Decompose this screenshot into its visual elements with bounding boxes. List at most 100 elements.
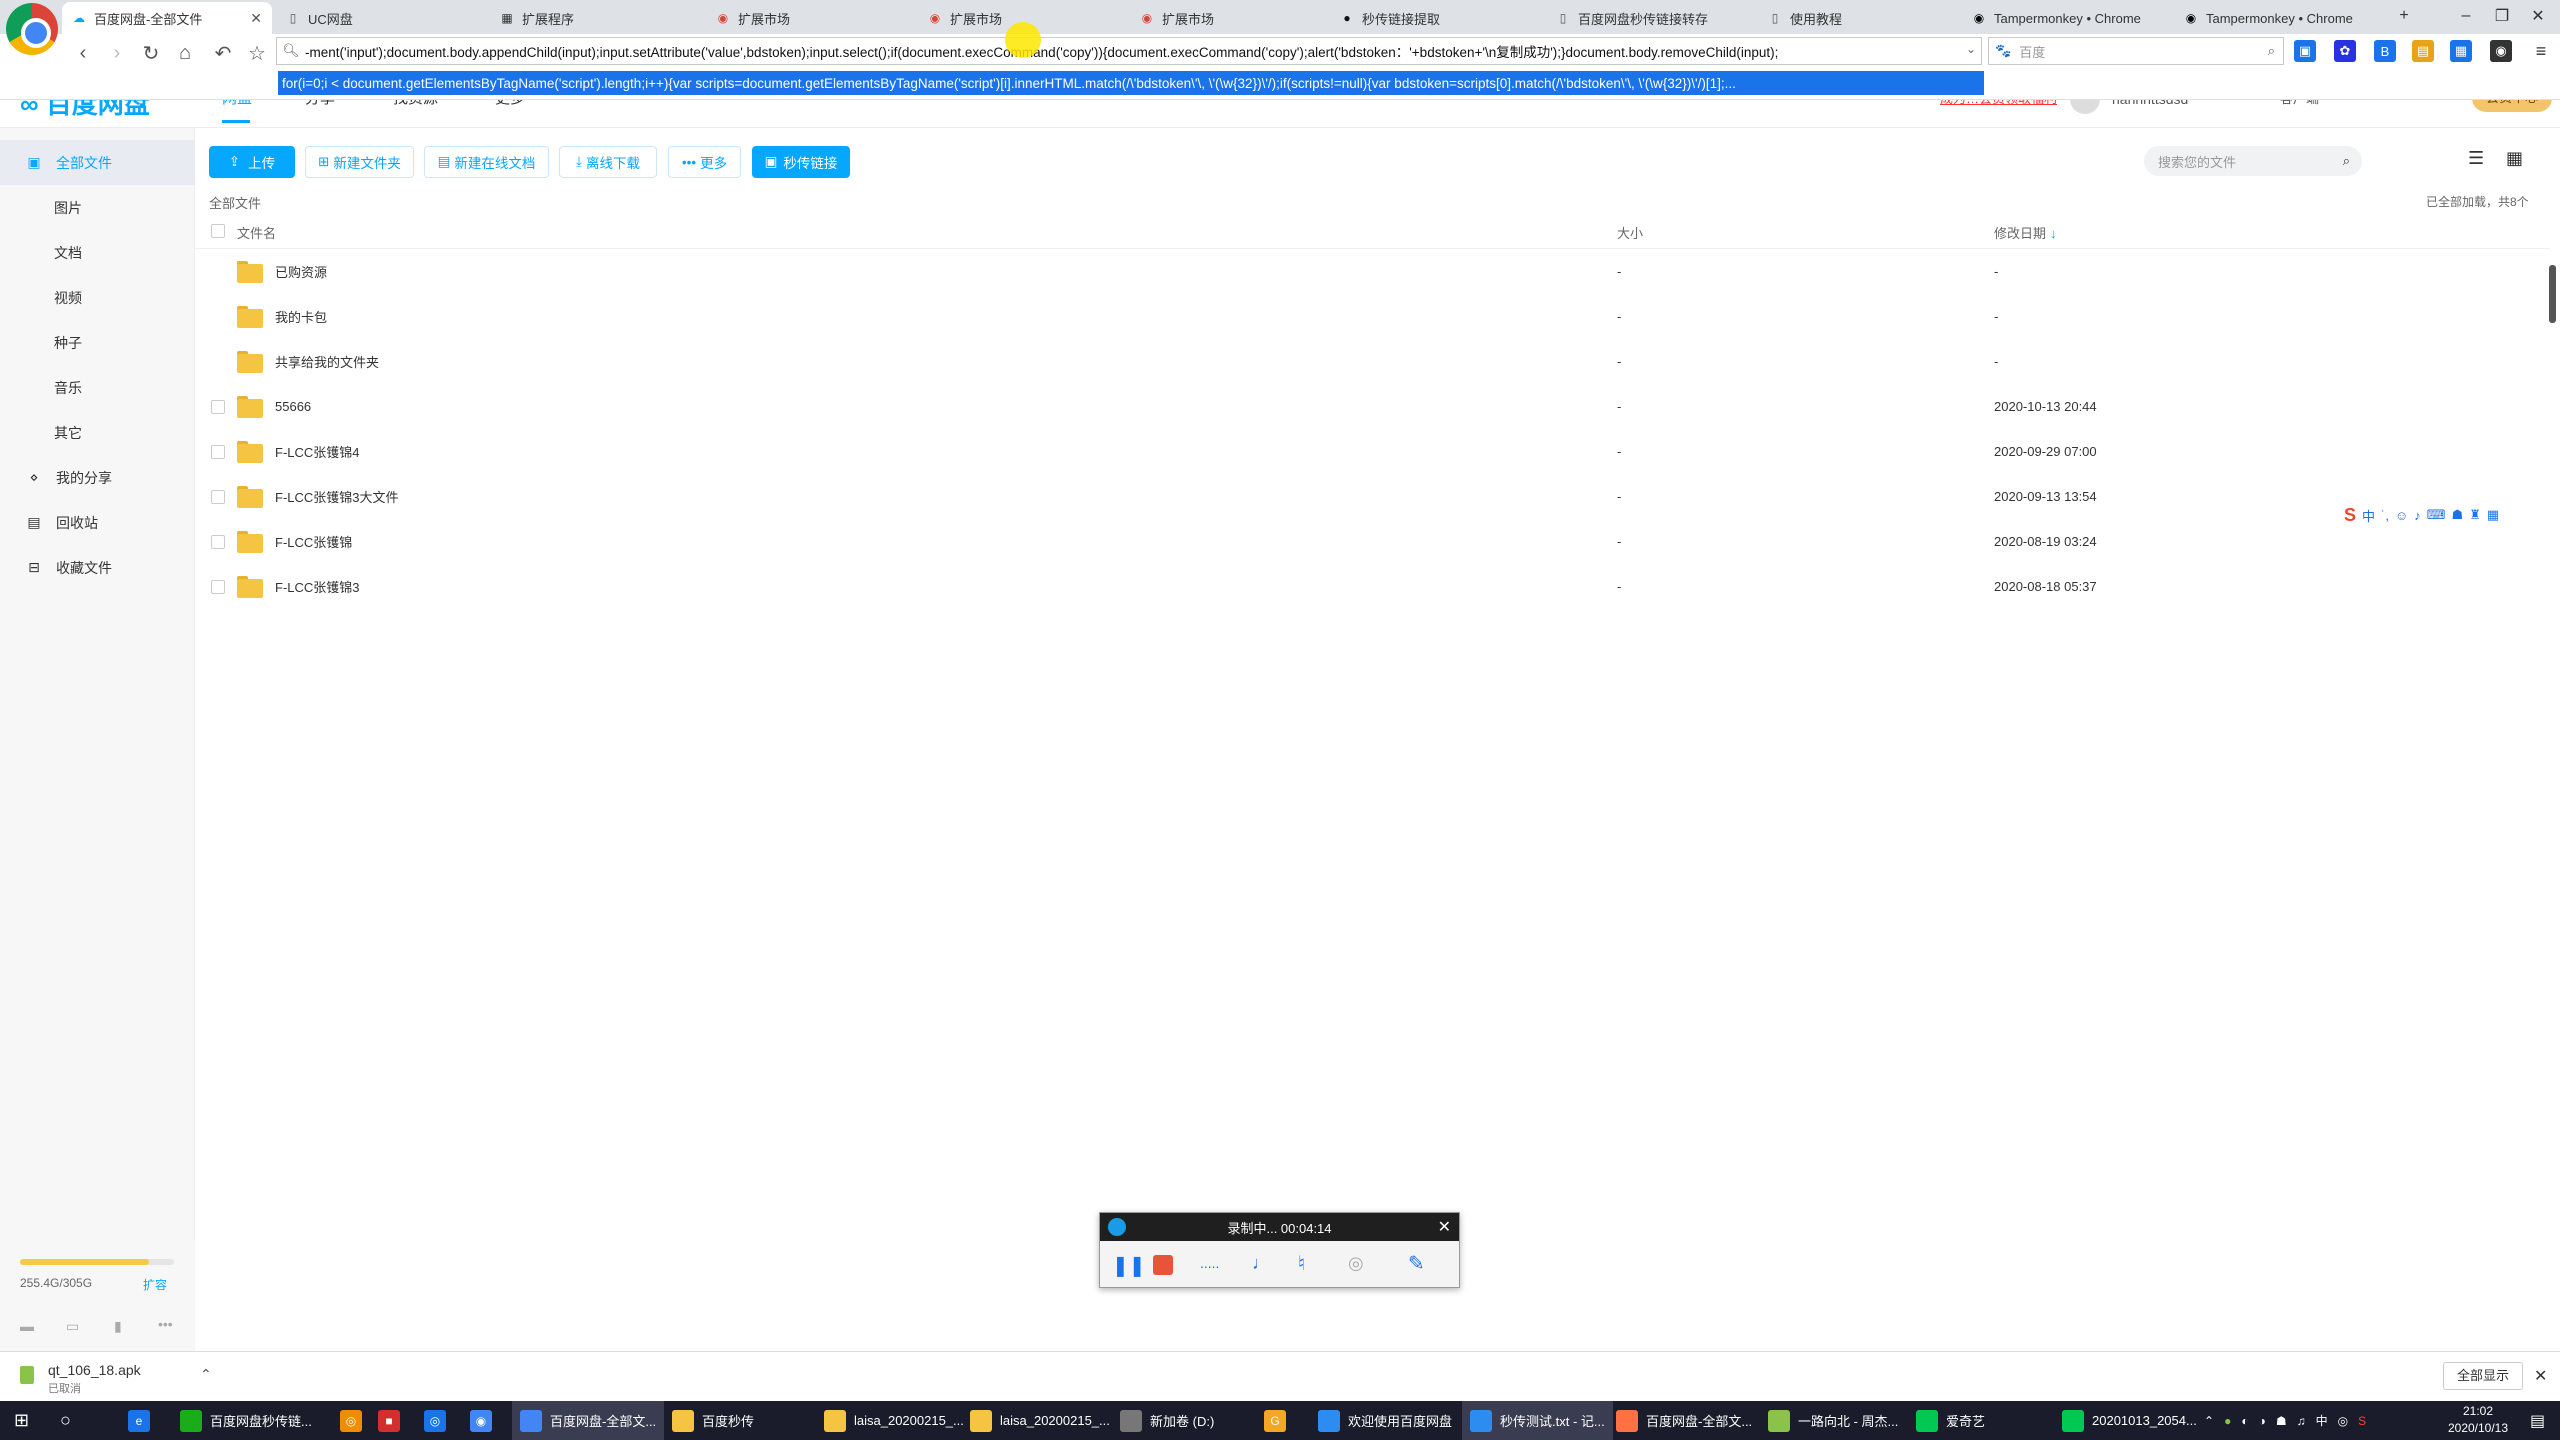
tab[interactable]: ◉ Tampermonkey • Chrome (2174, 2, 2384, 34)
system-tray[interactable]: ⌃ ● ◐ ◑ ☗ ♫ 中 ◎ S (2204, 1401, 2366, 1440)
table-row[interactable]: F-LCC张镬锦3 - 2020-08-18 05:37 (195, 564, 2550, 609)
close-icon[interactable]: ✕ (2534, 1366, 2547, 1386)
taskbar-window[interactable]: 秒传测试.txt - 记... (1462, 1401, 1613, 1440)
taskbar-app[interactable]: ◎ (424, 1401, 454, 1440)
more-dots-icon[interactable]: ••• (158, 1316, 173, 1332)
sidebar-item[interactable]: 其它 (0, 410, 195, 455)
taskbar-window[interactable]: 百度网盘-全部文... (1608, 1401, 1760, 1440)
tab[interactable]: ◉ 扩展市场 (706, 2, 916, 34)
pause-icon[interactable]: ❚❚ (1112, 1253, 1146, 1278)
sogou-icon[interactable]: S (2344, 505, 2356, 526)
tab[interactable]: ◉ 扩展市场 (1130, 2, 1340, 34)
mic-icon[interactable]: ♪ (2414, 508, 2421, 523)
mic-icon[interactable]: ♩ (1252, 1253, 1270, 1274)
taskbar-window[interactable]: 一路向北 - 周杰... (1760, 1401, 1906, 1440)
table-row[interactable]: 已购资源 - - (195, 249, 2550, 294)
punct-icon[interactable]: ˙, (2381, 508, 2389, 523)
sidebar-item[interactable]: 视频 (0, 275, 195, 320)
quick-link-button[interactable]: ▣ 秒传链接 (752, 146, 850, 178)
lang-icon[interactable]: 中 (2362, 506, 2375, 525)
menu-icon[interactable]: ≡ (2530, 40, 2552, 62)
sidebar-item[interactable]: 图片 (0, 185, 195, 230)
extension-icon[interactable]: ▣ (2294, 40, 2316, 62)
tab[interactable]: ▯ UC网盘 (276, 2, 486, 34)
omnibox-suggestion[interactable]: for(i=0;i < document.getElementsByTagNam… (278, 71, 1984, 95)
back-icon[interactable]: ‹ (68, 38, 98, 68)
bookmark-star-icon[interactable]: ☆ (242, 38, 272, 68)
more-button[interactable]: ••• 更多 (668, 146, 741, 178)
taskbar-app[interactable]: e (128, 1401, 158, 1440)
show-all-button[interactable]: 全部显示 (2443, 1362, 2523, 1390)
paw-extension-icon[interactable]: ✿ (2334, 40, 2356, 62)
toolbox-icon[interactable]: ▦ (2487, 507, 2499, 523)
extension-icon[interactable]: B (2374, 40, 2396, 62)
taskbar-window[interactable]: 20201013_2054... (2054, 1401, 2205, 1440)
sort-icon[interactable]: ☰ (2468, 148, 2484, 169)
row-checkbox[interactable] (211, 579, 225, 594)
taskbar-app[interactable]: ◉ (470, 1401, 500, 1440)
ime-toolbar[interactable]: S 中 ˙, ☺ ♪ ⌨ ☗ ♜ ▦ (2344, 503, 2554, 527)
monitor-icon[interactable]: ▭ (66, 1318, 79, 1335)
table-row[interactable]: F-LCC张镬锦4 - 2020-09-29 07:00 (195, 429, 2550, 474)
breadcrumb[interactable]: 全部文件 (209, 193, 261, 212)
reload-icon[interactable]: ↻ (136, 38, 166, 68)
taskbar-window[interactable]: 百度网盘-全部文... (512, 1401, 665, 1440)
notification-icon[interactable]: ▤ (2530, 1401, 2545, 1440)
col-header-date[interactable]: 修改日期 ↓ (1994, 223, 2057, 242)
tampermonkey-icon[interactable]: ◉ (2490, 40, 2512, 62)
sidebar-item[interactable]: ▤ 回收站 (0, 500, 195, 545)
row-checkbox[interactable] (211, 534, 225, 549)
chevron-up-icon[interactable]: ⌃ (200, 1366, 212, 1383)
keyboard-icon[interactable]: ⌨ (2427, 507, 2446, 523)
folder-extension-icon[interactable]: ▤ (2412, 40, 2434, 62)
tray-chevron-icon[interactable]: ⌃ (2204, 1414, 2214, 1428)
tab[interactable]: ▯ 使用教程 (1758, 2, 1968, 34)
search-icon[interactable]: ⌕ (2268, 43, 2275, 59)
ime-lang-icon[interactable]: 中 (2316, 1412, 2328, 1429)
volume-icon[interactable]: ♫ (2297, 1414, 2306, 1428)
table-row[interactable]: 我的卡包 - - (195, 294, 2550, 339)
restore-icon[interactable]: ❐ (2484, 0, 2520, 32)
user-icon[interactable]: ☗ (2452, 507, 2464, 523)
pen-icon[interactable]: ✎ (1408, 1251, 1425, 1276)
clock[interactable]: 21:02 2020/10/13 (2436, 1403, 2520, 1437)
new-tab-button[interactable]: + (2386, 0, 2422, 32)
sidebar-item[interactable]: ⊟ 收藏文件 (0, 545, 195, 590)
tray-app-icon[interactable]: ◑ (2259, 1414, 2266, 1428)
col-header-name[interactable]: 文件名 (237, 223, 276, 242)
tab[interactable]: ● 秒传链接提取 (1330, 2, 1540, 34)
col-header-size[interactable]: 大小 (1617, 223, 1643, 242)
file-name[interactable]: F-LCC张镬锦3大文件 (275, 487, 399, 506)
tab[interactable]: ▯ 百度网盘秒传链接转存 (1546, 2, 1756, 34)
taskbar-app[interactable]: ◎ (340, 1401, 370, 1440)
select-all-checkbox[interactable] (211, 224, 225, 238)
network-icon[interactable]: ☗ (2276, 1414, 2287, 1428)
taskbar-window[interactable]: laisa_20200215_... (816, 1401, 972, 1440)
file-name[interactable]: 我的卡包 (275, 307, 327, 326)
home-icon[interactable]: ⌂ (170, 38, 200, 68)
grid-view-icon[interactable]: ▦ (2506, 148, 2523, 169)
tab-close-icon[interactable]: ✕ (250, 10, 262, 27)
download-filename[interactable]: qt_106_18.apk (48, 1362, 141, 1378)
undo-icon[interactable]: ↶ (208, 38, 238, 68)
taskbar-app[interactable]: ■ (378, 1401, 408, 1440)
taskbar-app[interactable]: G (1264, 1401, 1294, 1440)
table-row[interactable]: F-LCC张镬锦3大文件 - 2020-09-13 13:54 (195, 474, 2550, 519)
camera-icon[interactable]: ◎ (1348, 1253, 1364, 1274)
windows-start-icon[interactable]: ⊞ (14, 1401, 29, 1440)
address-bar-text[interactable]: -ment('input');document.body.appendChild… (305, 41, 1778, 61)
scrollbar-thumb[interactable] (2549, 265, 2556, 323)
file-name[interactable]: 55666 (275, 399, 311, 414)
minimize-icon[interactable]: – (2448, 0, 2484, 32)
extension-icon[interactable]: ▦ (2450, 40, 2472, 62)
shirt-icon[interactable]: ♜ (2469, 507, 2481, 523)
omnibox-suggestion-text[interactable]: for(i=0;i < document.getElementsByTagNam… (282, 76, 1736, 91)
taskbar-window[interactable]: 新加卷 (D:) (1112, 1401, 1222, 1440)
table-row[interactable]: F-LCC张镬锦 - 2020-08-19 03:24 (195, 519, 2550, 564)
sidebar-item[interactable]: 音乐 (0, 365, 195, 410)
table-row[interactable]: 共享给我的文件夹 - - (195, 339, 2550, 384)
new-folder-button[interactable]: ⊞ 新建文件夹 (305, 146, 414, 178)
expand-link[interactable]: 扩容 (143, 1276, 167, 1293)
taskbar-window[interactable]: laisa_20200215_... (962, 1401, 1118, 1440)
file-name[interactable]: 已购资源 (275, 262, 327, 281)
